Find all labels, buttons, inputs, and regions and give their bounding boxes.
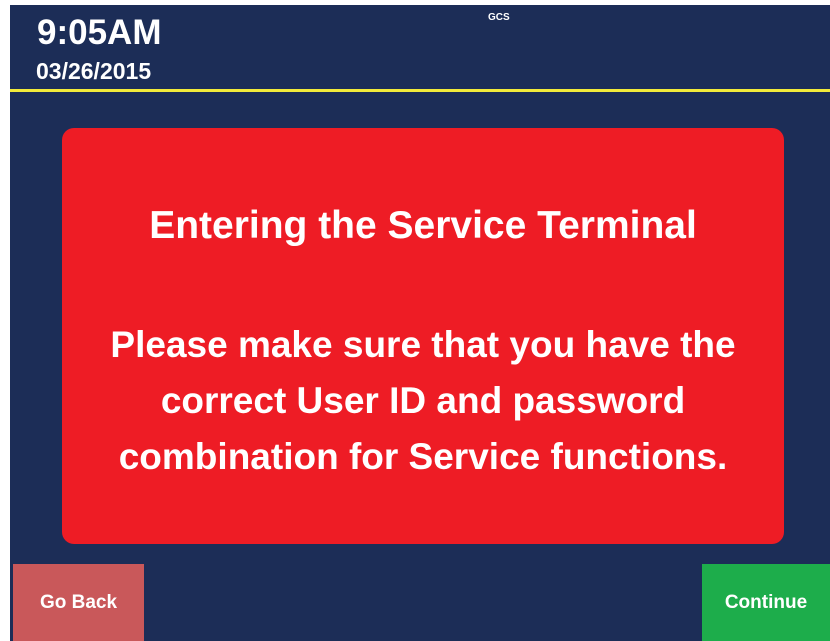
go-back-button[interactable]: Go Back: [13, 564, 144, 641]
continue-label: Continue: [724, 591, 808, 613]
warning-title: Entering the Service Terminal: [149, 204, 697, 247]
status-header: 9:05AM 03/26/2015 GCS: [10, 5, 830, 89]
continue-button[interactable]: Continue: [702, 564, 830, 641]
service-terminal-screen: 9:05AM 03/26/2015 GCS Entering the Servi…: [10, 5, 830, 641]
current-date: 03/26/2015: [36, 58, 152, 84]
go-back-label: Go Back: [39, 591, 118, 613]
clock-time: 9:05AM: [37, 13, 162, 52]
service-warning-panel: Entering the Service Terminal Please mak…: [62, 128, 784, 544]
system-label: GCS: [488, 12, 510, 23]
header-divider: [10, 89, 830, 92]
warning-message: Please make sure that you have the corre…: [110, 324, 736, 477]
